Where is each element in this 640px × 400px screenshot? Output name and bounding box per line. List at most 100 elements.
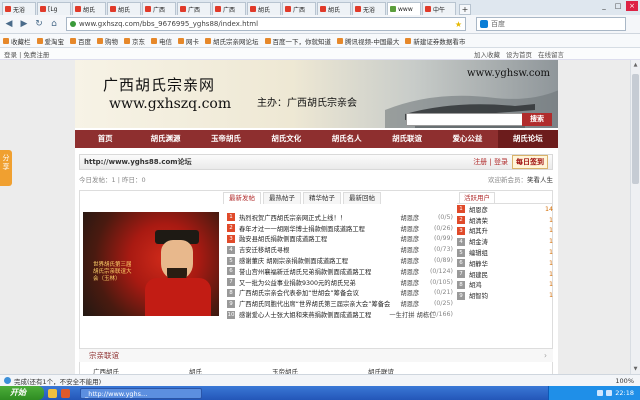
topic-author[interactable]: 胡恩彦 [390,245,419,254]
topic-title[interactable]: 感谢爱心人士张大姐和来燕捐款侧面成道路工程 [239,310,389,319]
browser-tab[interactable]: [Lg [37,2,71,15]
topic-author[interactable]: 一生打拼 胡栋仁 [389,310,435,319]
browser-tab[interactable]: 广西 [142,2,176,15]
browser-tab[interactable]: 中午 [422,2,456,15]
back-icon[interactable]: ◀ [3,18,15,30]
nav-item[interactable]: 爱心公益 [437,130,497,148]
user-name[interactable]: 胡金涛 [469,237,539,246]
topic-title[interactable]: 融安县胡氏捐款侧面成道路工程 [239,234,390,243]
browser-tab[interactable]: 无浴 [352,2,386,15]
topic-tab[interactable]: 最新发帖 [223,192,261,204]
bookmark-item[interactable]: 新建证券数据看市 [405,36,465,46]
refresh-icon[interactable]: ↻ [33,18,45,30]
user-name[interactable]: 胡建民 [469,270,539,279]
taskbar-window-item[interactable]: _http://www.yghs... [80,387,202,399]
user-name[interactable]: 胡恩彦 [469,205,539,214]
topic-row[interactable]: 4 吉安迁移胡氏寻根 胡恩彦 (0/73) [227,244,453,255]
nav-item[interactable]: 胡氏渊源 [135,130,195,148]
nav-item[interactable]: 胡氏文化 [256,130,316,148]
topic-title[interactable]: 感谢董庆 胡刚宗亲捐款侧面成道路工程 [239,256,390,265]
nav-item[interactable]: 首页 [75,130,135,148]
browser-tab[interactable]: www [387,2,421,15]
browser-tab[interactable]: 广西 [177,2,211,15]
topic-title[interactable]: 春年才过一一胡刚华博士捐款侧面成道路工程 [239,224,390,233]
browser-tab[interactable]: 广西 [282,2,316,15]
home-icon[interactable]: ⌂ [48,18,60,30]
user-name[interactable]: 胡鸿 [469,280,539,289]
forward-icon[interactable]: ▶ [18,18,30,30]
user-name[interactable]: 胡智钧 [469,291,539,300]
topic-row[interactable]: 8 广西胡氏宗亲会代表参加“世胡会”筹备会议 胡恩彦 (0/21) [227,288,453,299]
topic-title[interactable]: 誉山宫州襄福新迁胡氏兄弟捐款侧面成道路工程 [239,267,390,276]
new-tab-button[interactable]: + [459,4,471,15]
maximize-button[interactable]: □ [612,1,624,11]
topic-row[interactable]: 1 热烈祝贺广西胡氏宗亲网正式上线！！ 胡恩彦 (0/5) [227,212,453,223]
scroll-thumb[interactable] [632,74,639,184]
active-user-row[interactable]: 8 胡鸿 1 [457,280,553,291]
add-favorite-link[interactable]: 加入收藏 [474,49,500,59]
active-user-row[interactable]: 9 胡智钧 1 [457,290,553,301]
featured-photo[interactable]: 世界胡氏第三届胡氏宗亲联谊大会（玉林） [83,212,219,316]
browser-tab[interactable]: 广西 [212,2,246,15]
browser-tab[interactable]: 胡氏 [72,2,106,15]
nav-item[interactable]: 胡氏联谊 [377,130,437,148]
bookmark-item[interactable]: 爱淘宝 [36,36,64,46]
topic-title[interactable]: 又一批为公益事业捐款9300元的胡氏兄弟 [239,278,390,287]
active-user-row[interactable]: 7 胡建民 1 [457,269,553,280]
topic-title[interactable]: 热烈祝贺广西胡氏宗亲网正式上线！！ [239,213,390,222]
bookmark-item[interactable]: 腾讯视频-中国最大 [337,36,399,46]
topic-row[interactable]: 10 感谢爱心人士张大姐和来燕捐款侧面成道路工程 一生打拼 胡栋仁 (0/166) [227,309,453,320]
topic-title[interactable]: 广西胡氏宗亲会代表参加“世胡会”筹备会议 [239,288,390,297]
bookmark-item[interactable]: 京东 [124,36,145,46]
bookmark-item[interactable]: 百度 [70,36,91,46]
bookmark-item[interactable]: 购物 [97,36,118,46]
topic-author[interactable]: 胡恩彦 [390,224,419,233]
bookmark-item[interactable]: 收藏栏 [3,36,31,46]
daily-signin-button[interactable]: 每日签到 [512,155,548,169]
section-title[interactable]: 宗亲联谊 [89,351,119,360]
scroll-up-icon[interactable]: ▲ [632,62,639,70]
favorite-star-icon[interactable]: ★ [455,20,462,29]
topic-row[interactable]: 2 春年才过一一胡刚华博士捐款侧面成道路工程 胡恩彦 (0/26) [227,223,453,234]
start-button[interactable]: 开始 [0,386,44,400]
user-name[interactable]: 胡清荣 [469,216,539,225]
browser-tab[interactable]: 胡氏 [107,2,141,15]
topic-tab[interactable]: 精华帖子 [303,192,341,204]
bookmark-item[interactable]: 网卡 [178,36,199,46]
active-user-row[interactable]: 6 胡静华 1 [457,258,553,269]
minimize-button[interactable]: _ [598,1,610,11]
topic-row[interactable]: 5 感谢董庆 胡刚宗亲捐款侧面成道路工程 胡恩彦 (0/89) [227,255,453,266]
chevron-right-icon[interactable]: › [544,349,547,363]
nav-item[interactable]: 胡氏论坛 [497,130,558,148]
browser-search-input[interactable]: 百度 [476,17,626,31]
topic-row[interactable]: 3 融安县胡氏捐款侧面成道路工程 胡恩彦 (0/99) [227,234,453,245]
active-user-row[interactable]: 3 胡其升 1 [457,226,553,237]
topic-tab[interactable]: 最新回帖 [343,192,381,204]
topic-author[interactable]: 胡恩彦 [390,213,419,222]
user-name[interactable]: 胡静华 [469,259,539,268]
login-register-link[interactable]: 登录 | 免费注册 [4,49,49,59]
quicklaunch-browser-icon[interactable] [61,388,70,398]
share-side-button[interactable]: 分享 [0,150,12,186]
active-user-row[interactable]: 2 胡清荣 1 [457,215,553,226]
topic-row[interactable]: 7 又一批为公益事业捐款9300元的胡氏兄弟 胡恩彦 (0/105) [227,277,453,288]
topic-author[interactable]: 胡恩彦 [390,256,419,265]
topic-author[interactable]: 胡恩彦 [390,267,419,276]
active-user-row[interactable]: 1 胡恩彦 14 [457,204,553,215]
active-user-row[interactable]: 4 胡金涛 1 [457,236,553,247]
browser-tab[interactable]: 胡氏 [317,2,351,15]
topic-title[interactable]: 广西胡氏同胞代出席“世界胡氏第三届宗亲大会”筹备会议 [239,299,390,308]
nav-item[interactable]: 胡氏名人 [317,130,377,148]
topic-row[interactable]: 9 广西胡氏同胞代出席“世界胡氏第三届宗亲大会”筹备会议 胡恩彦 (0/25) [227,298,453,309]
leave-message-link[interactable]: 在线留言 [538,49,564,59]
nav-item[interactable]: 玉帝胡氏 [196,130,256,148]
topic-title[interactable]: 吉安迁移胡氏寻根 [239,245,390,254]
url-input[interactable]: www.gxhszq.com/bbs_9676995_yghs88/index.… [66,17,466,31]
close-button[interactable]: × [626,1,638,11]
topic-tab[interactable]: 最热帖子 [263,192,301,204]
browser-tab[interactable]: 无浴 [2,2,36,15]
page-scrollbar[interactable]: ▲ ▼ [630,60,640,376]
tray-volume-icon[interactable] [606,390,613,396]
quicklaunch-icon[interactable] [48,388,57,398]
active-users-tab[interactable]: 活跃用户 [459,192,495,203]
